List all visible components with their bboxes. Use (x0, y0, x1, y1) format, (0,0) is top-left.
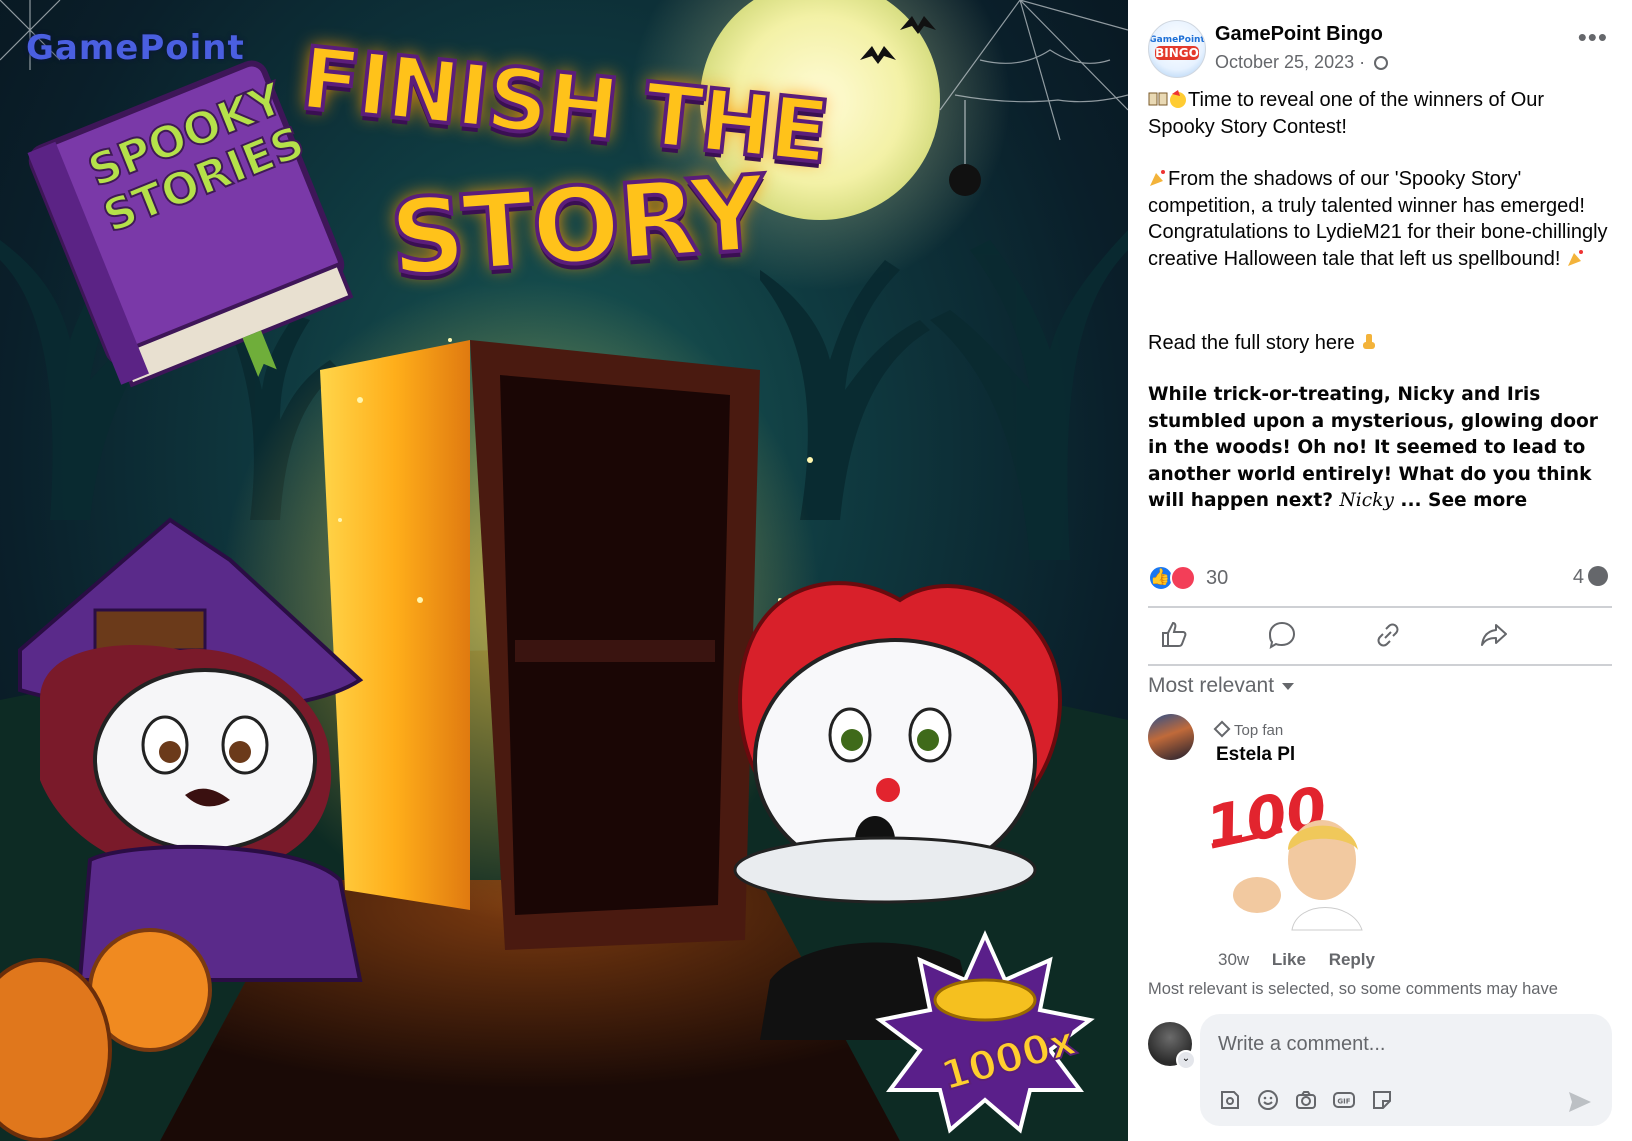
caret-down-icon (1282, 683, 1295, 690)
audience-gear-icon (1374, 56, 1389, 70)
reaction-count[interactable]: 30 (1206, 567, 1228, 590)
sticker-icon (1373, 1091, 1391, 1109)
post-panel: GamePoint BINGO GamePoint Bingo October … (1128, 0, 1632, 1141)
divider (1148, 606, 1612, 608)
svg-text:GIF: GIF (1337, 1098, 1350, 1106)
like-icon (1162, 621, 1187, 647)
story-italic: Nicky (1339, 490, 1394, 511)
commenter-name[interactable]: Estela Pl (1216, 744, 1295, 766)
divider (1148, 664, 1612, 666)
gif-icon: GIF (1333, 1092, 1355, 1108)
sticker-button[interactable] (1370, 1088, 1396, 1114)
comment-meta: 30w Like Reply (1218, 950, 1393, 970)
more-options-button[interactable]: ••• (1578, 24, 1608, 50)
comment-bubble-icon (1588, 566, 1608, 586)
post-text-paragraph: From the shadows of our 'Spooky Story' c… (1148, 166, 1608, 272)
comment-icon (1268, 621, 1296, 650)
see-more-link[interactable]: ... See more (1400, 490, 1527, 511)
post-date[interactable]: October 25, 2023 · (1215, 52, 1389, 73)
story-excerpt: While trick-or-treating, Nicky and Iris … (1148, 382, 1616, 515)
copy-link-button[interactable] (1368, 617, 1408, 653)
share-button[interactable] (1474, 617, 1514, 653)
relevance-notice: Most relevant is selected, so some comme… (1148, 980, 1558, 998)
comment-composer: GIF (1200, 1014, 1612, 1126)
send-button[interactable] (1566, 1088, 1594, 1116)
commenter-avatar[interactable] (1148, 714, 1194, 760)
gif-button[interactable]: GIF (1332, 1088, 1358, 1114)
image-title-line2: STORY (384, 150, 770, 302)
comment-button[interactable] (1262, 617, 1302, 653)
diamond-icon (1213, 720, 1231, 738)
avatar-sticker-icon (1221, 1091, 1239, 1109)
page-name-link[interactable]: GamePoint Bingo (1215, 23, 1383, 46)
page-avatar[interactable]: GamePoint BINGO (1148, 20, 1206, 78)
post-text-readmore: Read the full story here (1148, 330, 1608, 357)
party-popper-icon (1150, 170, 1165, 186)
camera-button[interactable] (1294, 1088, 1320, 1114)
gamepoint-logo: GamePoint (26, 28, 245, 68)
avatar-sticker-button[interactable] (1218, 1088, 1244, 1114)
like-button[interactable] (1154, 617, 1194, 653)
avatar-text-top: GamePoint (1149, 35, 1205, 45)
comment-time[interactable]: 30w (1218, 950, 1249, 969)
post-date-text: October 25, 2023 · (1215, 52, 1366, 72)
comment-count[interactable]: 4 (1573, 566, 1608, 589)
comment-count-text: 4 (1572, 566, 1584, 588)
emoji-icon (1258, 1090, 1278, 1110)
avatar-text-bottom: BINGO (1155, 46, 1199, 60)
open-book-icon (1148, 92, 1168, 106)
emoji-button[interactable] (1256, 1088, 1282, 1114)
post-text-line2: From the shadows of our 'Spooky Story' c… (1148, 168, 1608, 270)
sort-label: Most relevant (1148, 674, 1275, 697)
comment-like-button[interactable]: Like (1272, 950, 1306, 969)
party-face-icon (1170, 90, 1186, 108)
comment-reply-button[interactable]: Reply (1329, 950, 1375, 969)
post-text-line3: Read the full story here (1148, 332, 1355, 354)
pointing-down-icon (1363, 334, 1376, 349)
party-popper-icon (1568, 249, 1584, 266)
comment-input[interactable] (1216, 1026, 1590, 1062)
post-text-line1: Time to reveal one of the winners of Our… (1148, 89, 1545, 138)
link-icon (1377, 623, 1399, 647)
camera-icon (1296, 1091, 1316, 1109)
hundred-avatar-sticker: 100 (1201, 774, 1363, 931)
share-icon (1481, 624, 1507, 646)
chevron-down-icon[interactable]: ⌄ (1176, 1050, 1196, 1070)
current-user-avatar[interactable]: ⌄ (1148, 1022, 1196, 1070)
post-text-intro: Time to reveal one of the winners of Our… (1148, 87, 1608, 140)
comment-sticker[interactable]: 100 (1201, 774, 1372, 940)
comment-sort-dropdown[interactable]: Most relevant (1148, 674, 1295, 698)
love-reaction-icon (1170, 565, 1196, 591)
send-icon (1569, 1092, 1591, 1112)
top-fan-label: Top fan (1234, 722, 1284, 739)
post-image[interactable]: GamePoint SPOOKY STORIES FINISH THE STOR… (0, 0, 1128, 1141)
top-fan-badge: Top fan (1213, 720, 1284, 739)
